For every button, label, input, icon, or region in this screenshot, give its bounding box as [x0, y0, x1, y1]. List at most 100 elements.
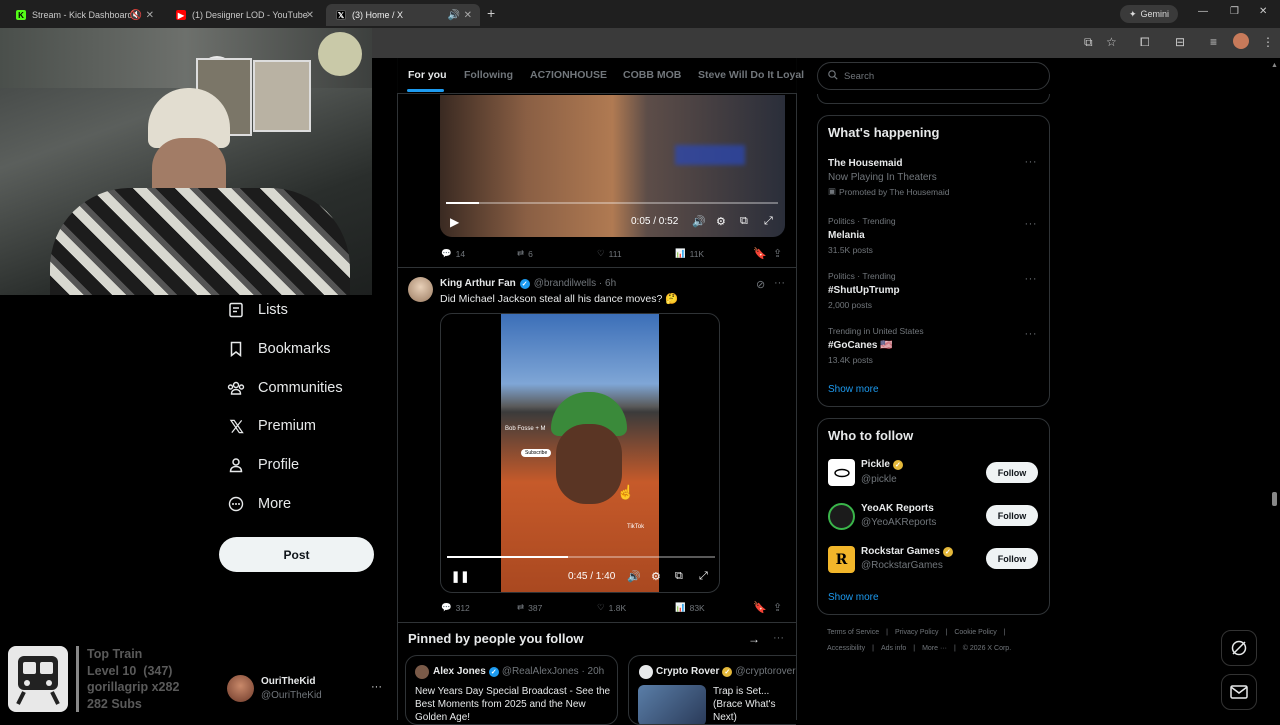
mute-icon[interactable]: 🔇: [130, 10, 142, 21]
fullscreen-icon[interactable]: ⤢: [699, 570, 708, 583]
footer-link[interactable]: Accessibility: [827, 645, 865, 652]
views-button[interactable]: 📊 83K: [675, 602, 705, 613]
search-input[interactable]: Search: [817, 62, 1050, 90]
nav-premium[interactable]: Premium: [226, 411, 316, 441]
footer-link[interactable]: Ads info: [881, 645, 906, 652]
audio-icon[interactable]: 🔊: [448, 10, 460, 21]
tab-kick[interactable]: K Stream - Kick Dashboard 🔇 ✕: [6, 4, 162, 26]
dock-icon[interactable]: ⧉: [740, 215, 748, 228]
profile-avatar[interactable]: [1233, 33, 1249, 49]
page-scrollbar[interactable]: [1272, 492, 1277, 506]
trend-more-icon[interactable]: ···: [1025, 218, 1038, 230]
follow-button[interactable]: Follow: [986, 462, 1038, 483]
messages-button[interactable]: [1221, 674, 1257, 710]
follow-button[interactable]: Follow: [986, 548, 1038, 569]
trend-more-icon[interactable]: ···: [1025, 328, 1038, 340]
show-more-link[interactable]: Show more: [828, 384, 879, 395]
new-tab-icon[interactable]: +: [487, 5, 495, 21]
share-button[interactable]: ⇪: [773, 601, 782, 614]
footer-link[interactable]: Cookie Policy: [954, 629, 996, 636]
tab-close-icon[interactable]: ✕: [306, 10, 314, 21]
bookmark-button[interactable]: 🔖: [753, 601, 767, 614]
post-button[interactable]: Post: [219, 537, 374, 572]
account-name-row[interactable]: Pickle ✓: [861, 459, 903, 470]
maximize-icon[interactable]: ❐: [1230, 6, 1239, 17]
follow-button[interactable]: Follow: [986, 505, 1038, 526]
account-handle[interactable]: @YeoAKReports: [861, 517, 936, 528]
trend-item[interactable]: Politics · Trending #ShutUpTrump 2,000 p…: [828, 271, 900, 310]
trend-more-icon[interactable]: ···: [1025, 273, 1038, 285]
dock-icon[interactable]: ⧉: [675, 570, 683, 583]
tab-list-cobb-mob[interactable]: COBB MOB: [623, 69, 681, 81]
tab-list-ac7ionhouse[interactable]: AC7IONHOUSE: [530, 69, 607, 81]
trend-item[interactable]: Politics · Trending Melania 31.5K posts: [828, 216, 896, 255]
close-window-icon[interactable]: ✕: [1259, 6, 1267, 17]
gemini-button[interactable]: ✦ Gemini: [1120, 5, 1178, 23]
post2-video[interactable]: Bob Fosse + M Subscribe TikTok ☝ ❚❚ 0:45…: [440, 313, 720, 593]
reply-button[interactable]: 💬 312: [441, 602, 470, 613]
repost-button[interactable]: ⇄ 6: [517, 248, 533, 259]
footer-link[interactable]: Privacy Policy: [895, 629, 939, 636]
trend-more-icon[interactable]: ···: [1025, 156, 1038, 168]
minimize-icon[interactable]: —: [1198, 6, 1208, 17]
split-view-icon[interactable]: ⊟: [1175, 35, 1185, 49]
account-menu-icon[interactable]: ···: [371, 681, 382, 693]
settings-icon[interactable]: ⚙: [651, 570, 661, 583]
share-button[interactable]: ⇪: [773, 247, 782, 260]
views-button[interactable]: 📊 11K: [675, 248, 704, 259]
nav-lists[interactable]: Lists: [226, 295, 288, 325]
nav-more[interactable]: More: [226, 489, 291, 519]
grok-icon[interactable]: ⊘: [756, 278, 765, 291]
account-name-row[interactable]: Rockstar Games ✓: [861, 546, 953, 557]
tab-youtube[interactable]: ▶ (1) Desiigner LOD - YouTube ✕: [166, 4, 322, 26]
reply-button[interactable]: 💬 14: [441, 248, 465, 259]
tab-x-home[interactable]: 𝕏 (3) Home / X 🔊 ✕: [326, 4, 480, 26]
arrow-right-icon[interactable]: →: [748, 632, 760, 646]
show-more-link[interactable]: Show more: [828, 592, 879, 603]
post2-handle[interactable]: @brandilwells · 6h: [534, 278, 616, 289]
account-name-row[interactable]: YeoAK Reports: [861, 503, 934, 514]
footer-link[interactable]: More ···: [922, 645, 947, 652]
account-handle[interactable]: @RockstarGames: [861, 560, 943, 571]
tab-list-steve[interactable]: Steve Will Do It Loyal: [698, 69, 804, 81]
tab-for-you[interactable]: For you: [408, 69, 447, 81]
pinned-card[interactable]: Alex Jones ✓ @RealAlexJones · 20h New Ye…: [405, 655, 618, 725]
trend-item[interactable]: Trending in United States #GoCanes 🇺🇸 13…: [828, 326, 924, 365]
fullscreen-icon[interactable]: ⤢: [764, 215, 773, 228]
settings-icon[interactable]: ⚙: [716, 215, 726, 228]
pickle-avatar[interactable]: [828, 459, 855, 486]
nav-profile[interactable]: Profile: [226, 450, 299, 480]
play-icon[interactable]: ▶: [450, 215, 459, 229]
yeoak-avatar[interactable]: [828, 503, 855, 530]
browser-menu-icon[interactable]: ⋮: [1262, 35, 1274, 49]
pause-icon[interactable]: ❚❚: [451, 570, 469, 583]
bookmark-button[interactable]: 🔖: [753, 247, 767, 260]
volume-icon[interactable]: 🔊: [692, 215, 706, 228]
account-avatar[interactable]: [227, 675, 254, 702]
volume-icon[interactable]: 🔊: [627, 570, 641, 583]
repost-button[interactable]: ⇄ 387: [517, 602, 542, 613]
pinned-more-icon[interactable]: ···: [773, 632, 784, 644]
post2-author[interactable]: King Arthur Fan: [440, 278, 516, 289]
extensions-icon[interactable]: ⧠: [1140, 35, 1150, 50]
rockstar-logo-icon[interactable]: R: [828, 546, 855, 573]
footer-link[interactable]: Terms of Service: [827, 629, 879, 636]
post1-video[interactable]: ▶ 0:05 / 0:52 🔊 ⚙ ⧉ ⤢: [440, 95, 785, 237]
trend-item[interactable]: The Housemaid Now Playing In Theaters ▣ P…: [828, 158, 949, 197]
like-button[interactable]: ♡ 1.8K: [597, 602, 626, 613]
reading-list-icon[interactable]: ≡: [1210, 35, 1217, 49]
tab-close-icon[interactable]: ✕: [146, 10, 154, 21]
scroll-up-icon[interactable]: ▲: [1271, 62, 1278, 69]
star-icon[interactable]: ☆: [1106, 35, 1117, 49]
video-progress-track[interactable]: [446, 202, 778, 204]
pinned-card[interactable]: Crypto Rover ✓ @cryptorover Trap is Set.…: [628, 655, 796, 725]
tab-close-icon[interactable]: ✕: [464, 10, 472, 21]
post2-avatar[interactable]: [408, 277, 433, 302]
nav-communities[interactable]: Communities: [226, 373, 343, 403]
post-more-icon[interactable]: ···: [774, 277, 785, 289]
install-app-icon[interactable]: ⧉: [1084, 35, 1093, 50]
nav-bookmarks[interactable]: Bookmarks: [226, 334, 331, 364]
account-handle[interactable]: @pickle: [861, 474, 897, 485]
grok-button[interactable]: [1221, 630, 1257, 666]
tab-following[interactable]: Following: [464, 69, 513, 81]
